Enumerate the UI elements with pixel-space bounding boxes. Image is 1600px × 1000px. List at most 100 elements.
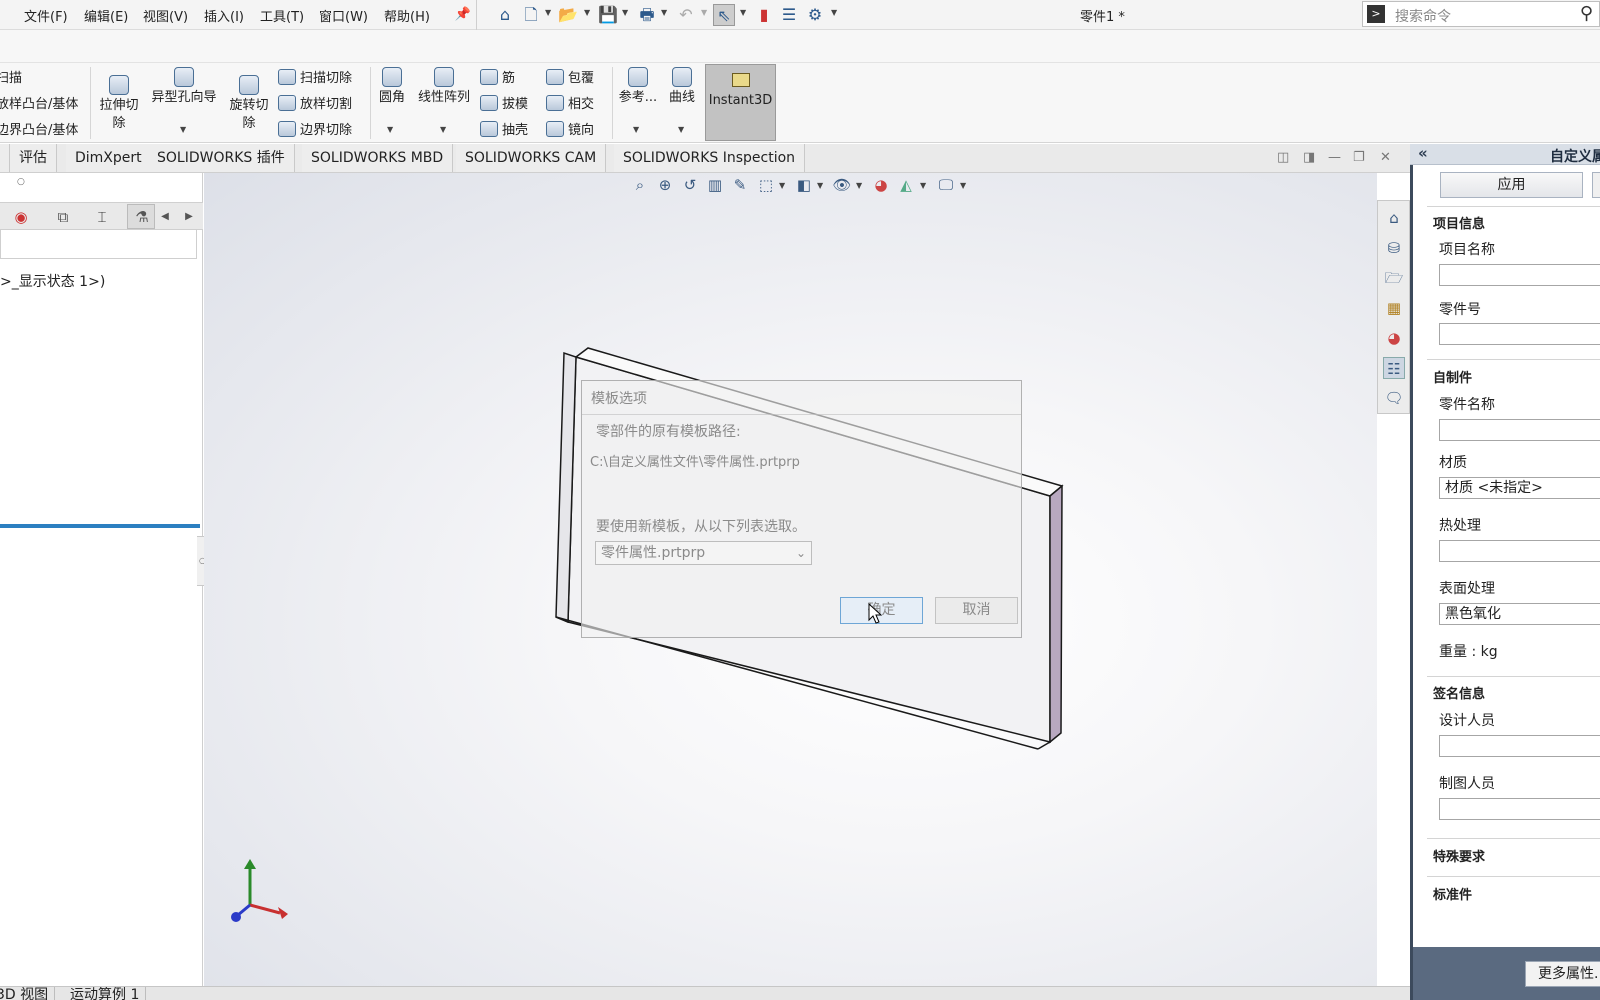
extrude-cut-button[interactable]: 拉伸切 除 — [96, 75, 142, 133]
print-icon[interactable]: 🖶 — [636, 4, 658, 26]
apply-button[interactable]: 应用 — [1440, 172, 1583, 198]
part-name-field[interactable] — [1439, 419, 1600, 441]
menu-edit[interactable]: 编辑(E) — [84, 6, 128, 25]
pane-splitter[interactable] — [0, 524, 200, 528]
revolve-cut-button[interactable]: 旋转切 除 — [226, 75, 272, 133]
open-file-icon[interactable]: 📂 — [557, 4, 579, 26]
minimize-icon[interactable]: — — [1328, 150, 1341, 165]
more-properties-button[interactable]: 更多属性... — [1525, 961, 1600, 987]
tab-evaluate[interactable]: 评估 — [10, 144, 57, 172]
secondary-button[interactable] — [1592, 172, 1600, 198]
chevron-down-icon[interactable]: ▼ — [440, 125, 446, 134]
sweep-boss-button[interactable]: 扫描 — [0, 67, 22, 86]
reference-geometry-button[interactable]: 参考... — [616, 67, 660, 107]
chevron-down-icon[interactable]: ▼ — [701, 8, 707, 17]
select-pointer-icon[interactable]: ⇖ — [713, 4, 735, 26]
draft-button[interactable]: 拔模 — [480, 93, 528, 112]
tile-left-icon[interactable]: ◫ — [1277, 150, 1289, 165]
chevron-down-icon[interactable]: ▼ — [831, 8, 837, 17]
tab-solidworks-mbd[interactable]: SOLIDWORKS MBD — [302, 144, 454, 172]
search-commands[interactable]: > 搜索命令 ⚲ — [1362, 1, 1600, 27]
menu-file[interactable]: 文件(F) — [24, 6, 68, 25]
chevron-down-icon[interactable]: ▼ — [740, 8, 746, 17]
tree-display-state[interactable]: >_显示状态 1>) — [0, 271, 105, 291]
tree-filter-input[interactable] — [0, 229, 197, 259]
menu-tools[interactable]: 工具(T) — [260, 6, 304, 25]
collapse-pane-icon[interactable]: « — [1418, 144, 1428, 162]
tile-right-icon[interactable]: ◨ — [1303, 150, 1315, 165]
menu-view[interactable]: 视图(V) — [143, 6, 188, 25]
revolve-cut-label: 旋转切 除 — [229, 98, 269, 131]
chevron-down-icon[interactable]: ▼ — [180, 125, 186, 134]
chevron-down-icon[interactable]: ▼ — [633, 125, 639, 134]
heat-treatment-field[interactable] — [1439, 540, 1600, 562]
file-properties-icon[interactable]: ☰ — [778, 4, 800, 26]
tab-solidworks-addins[interactable]: SOLIDWORKS 插件 — [148, 144, 295, 172]
project-name-field[interactable] — [1439, 264, 1600, 286]
linear-pattern-button[interactable]: 线性阵列 — [414, 67, 474, 107]
configuration-manager-icon[interactable]: ⧉ — [52, 206, 74, 228]
instant3d-button[interactable]: Instant3D — [705, 64, 776, 141]
forum-icon[interactable]: 🗨 — [1383, 387, 1405, 409]
undo-icon[interactable]: ↶ — [675, 4, 697, 26]
close-icon[interactable]: ✕ — [1380, 150, 1391, 165]
tab-3d-view[interactable]: 3D 视图 — [0, 987, 56, 1000]
view-palette-icon[interactable]: ▦ — [1383, 297, 1405, 319]
chevron-down-icon[interactable]: ▼ — [545, 8, 551, 17]
tab-solidworks-inspection[interactable]: SOLIDWORKS Inspection — [614, 144, 806, 172]
shell-button[interactable]: 抽壳 — [480, 119, 528, 138]
chevron-down-icon[interactable]: ▼ — [387, 125, 393, 134]
loft-boss-button[interactable]: 放样凸台/基体 — [0, 93, 78, 112]
surface-treatment-field[interactable]: 黑色氧化 — [1439, 603, 1600, 625]
drafter-field[interactable] — [1439, 798, 1600, 820]
fillet-button[interactable]: 圆角 — [374, 67, 410, 107]
chevron-down-icon[interactable]: ▼ — [678, 125, 684, 134]
designer-field[interactable] — [1439, 735, 1600, 757]
boundary-boss-button[interactable]: 边界凸台/基体 — [0, 119, 78, 138]
chevron-down-icon[interactable]: ▼ — [584, 8, 590, 17]
curves-button[interactable]: 曲线 — [664, 67, 700, 107]
tab-solidworks-cam[interactable]: SOLIDWORKS CAM — [456, 144, 607, 172]
save-icon[interactable]: 💾 — [597, 4, 619, 26]
mirror-label: 镜向 — [568, 123, 595, 138]
search-input[interactable]: 搜索命令 — [1395, 6, 1451, 26]
new-document-icon[interactable]: 🗋 — [520, 4, 542, 26]
pin-icon[interactable]: 📌 — [452, 4, 474, 26]
file-explorer-icon[interactable]: 🗁 — [1383, 267, 1405, 289]
tab-dimxpert[interactable]: DimXpert — [66, 144, 152, 172]
boundary-cut-button[interactable]: 边界切除 — [278, 119, 352, 138]
scroll-right-icon[interactable]: ▶ — [178, 206, 200, 228]
display-manager-icon[interactable]: ◉ — [10, 206, 32, 228]
part-number-field[interactable] — [1439, 323, 1600, 345]
menu-insert[interactable]: 插入(I) — [204, 6, 244, 25]
menu-window[interactable]: 窗口(W) — [319, 6, 368, 25]
chevron-down-icon[interactable]: ▼ — [661, 8, 667, 17]
design-library-icon[interactable]: ⛁ — [1383, 237, 1405, 259]
pane-grip-icon[interactable]: ○ — [17, 177, 25, 187]
hole-wizard-button[interactable]: 异型孔向导 — [148, 67, 220, 107]
intersect-button[interactable]: 相交 — [546, 93, 594, 112]
tab-partial[interactable] — [0, 144, 10, 172]
mirror-button[interactable]: 镜向 — [546, 119, 594, 138]
options-gear-icon[interactable]: ⚙ — [804, 4, 826, 26]
tab-motion-study[interactable]: 运动算例 1 — [64, 987, 147, 1000]
cancel-button[interactable]: 取消 — [935, 597, 1018, 624]
chevron-down-icon[interactable]: ▼ — [622, 8, 628, 17]
material-field[interactable]: 材质 <未指定> — [1439, 477, 1600, 499]
appearances-icon[interactable]: ◕ — [1383, 327, 1405, 349]
home-icon[interactable]: ⌂ — [494, 4, 516, 26]
sweep-cut-button[interactable]: 扫描切除 — [278, 67, 352, 86]
solidworks-resources-icon[interactable]: ⌂ — [1383, 207, 1405, 229]
dimxpert-manager-icon[interactable]: ⌶ — [91, 206, 113, 228]
rib-button[interactable]: 筋 — [480, 67, 515, 86]
scroll-left-icon[interactable]: ◀ — [154, 206, 176, 228]
menu-help[interactable]: 帮助(H) — [384, 6, 430, 25]
template-select[interactable]: 零件属性.prtprp ⌄ — [595, 541, 812, 565]
cam-manager-tab[interactable]: ⚗ — [127, 204, 155, 229]
wrap-button[interactable]: 包覆 — [546, 67, 594, 86]
rebuild-icon[interactable]: ▮ — [753, 4, 775, 26]
loft-cut-button[interactable]: 放样切割 — [278, 93, 352, 112]
search-icon[interactable]: ⚲ — [1580, 3, 1593, 24]
restore-icon[interactable]: ❐ — [1353, 150, 1365, 165]
custom-properties-icon[interactable]: ☷ — [1383, 357, 1405, 379]
